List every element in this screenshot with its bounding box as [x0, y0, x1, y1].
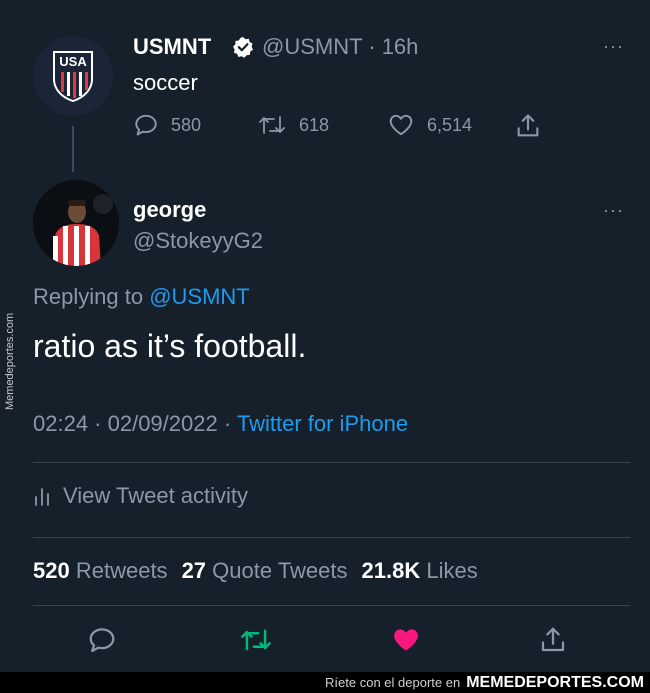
parent-author-name[interactable]: USMNT: [133, 34, 211, 60]
parent-like-count: 6,514: [427, 114, 473, 135]
reply-more-options-icon[interactable]: ···: [603, 200, 624, 221]
retweets-count: 520: [33, 558, 70, 583]
thread-connector: [72, 126, 74, 172]
verified-badge-icon: [232, 36, 254, 58]
player-photo: [33, 180, 119, 266]
tweet-source-link[interactable]: Twitter for iPhone: [237, 411, 408, 436]
share-icon: [517, 114, 539, 137]
footer-watermark-brand: MEMEDEPORTES.COM: [466, 673, 644, 691]
retweet-icon: [259, 116, 285, 134]
like-button[interactable]: [386, 620, 426, 660]
parent-retweet-button[interactable]: 618: [257, 112, 329, 138]
parent-reply-count: 580: [171, 114, 202, 135]
side-watermark: Memedeportes.com: [4, 280, 20, 410]
parent-share-button[interactable]: [514, 112, 542, 140]
reply-action-bar: [0, 620, 650, 664]
footer-watermark-bar: Ríete con el deporte en MEMEDEPORTES.COM: [0, 672, 650, 693]
quote-tweets-stat[interactable]: 27 Quote Tweets: [182, 558, 348, 584]
reply-author-name[interactable]: george: [133, 197, 206, 223]
view-tweet-activity-button[interactable]: View Tweet activity: [33, 483, 248, 509]
divider: [33, 537, 630, 538]
retweets-stat[interactable]: 520 Retweets: [33, 558, 168, 584]
reply-tweet-text: ratio as it’s football.: [33, 328, 307, 364]
reply-author-handle[interactable]: @StokeyyG2: [133, 228, 263, 254]
heart-icon: [389, 114, 413, 136]
share-button[interactable]: [533, 620, 573, 660]
parent-handle-time: @USMNT · 16h: [262, 34, 419, 59]
footer-watermark-prefix: Ríete con el deporte en: [325, 675, 461, 690]
likes-label: Likes: [426, 558, 478, 583]
tweet-timestamp[interactable]: 02:24 · 02/09/2022 ·: [33, 411, 231, 436]
retweets-label: Retweets: [75, 558, 168, 583]
heart-filled-icon: [394, 629, 418, 651]
likes-stat[interactable]: 21.8K Likes: [362, 558, 478, 584]
activity-chart-icon: [35, 488, 49, 506]
usa-crest-icon: USA: [53, 51, 93, 102]
replying-to-line: Replying to @USMNT: [33, 284, 250, 310]
quote-tweets-count: 27: [181, 558, 207, 583]
view-tweet-activity-label: View Tweet activity: [63, 483, 249, 508]
engagement-stats: 520 Retweets 27 Quote Tweets 21.8K Likes: [33, 558, 478, 584]
parent-more-options-icon[interactable]: ···: [603, 36, 624, 57]
likes-count: 21.8K: [361, 558, 421, 583]
divider: [33, 462, 630, 463]
crest-letters: USA: [59, 54, 87, 69]
share-icon: [541, 627, 565, 652]
parent-retweet-count: 618: [299, 114, 330, 135]
tweet-metadata: 02:24 · 02/09/2022 · Twitter for iPhone: [33, 411, 408, 437]
parent-reply-button[interactable]: 580: [133, 112, 201, 138]
reply-icon: [89, 628, 115, 653]
reply-button[interactable]: [82, 620, 122, 660]
replying-to-prefix: Replying to: [33, 284, 144, 309]
side-watermark-text: Memedeportes.com: [4, 312, 16, 410]
usmnt-avatar[interactable]: USA: [33, 36, 113, 116]
replying-to-mention[interactable]: @USMNT: [149, 284, 250, 309]
quote-tweets-label: Quote Tweets: [212, 558, 348, 583]
parent-tweet-text: soccer: [133, 70, 198, 95]
retweet-icon: [241, 629, 271, 651]
retweet-button[interactable]: [236, 620, 276, 660]
parent-like-button[interactable]: 6,514: [387, 112, 472, 138]
reply-icon: [135, 114, 157, 136]
george-avatar[interactable]: [33, 180, 119, 266]
divider: [33, 605, 630, 606]
